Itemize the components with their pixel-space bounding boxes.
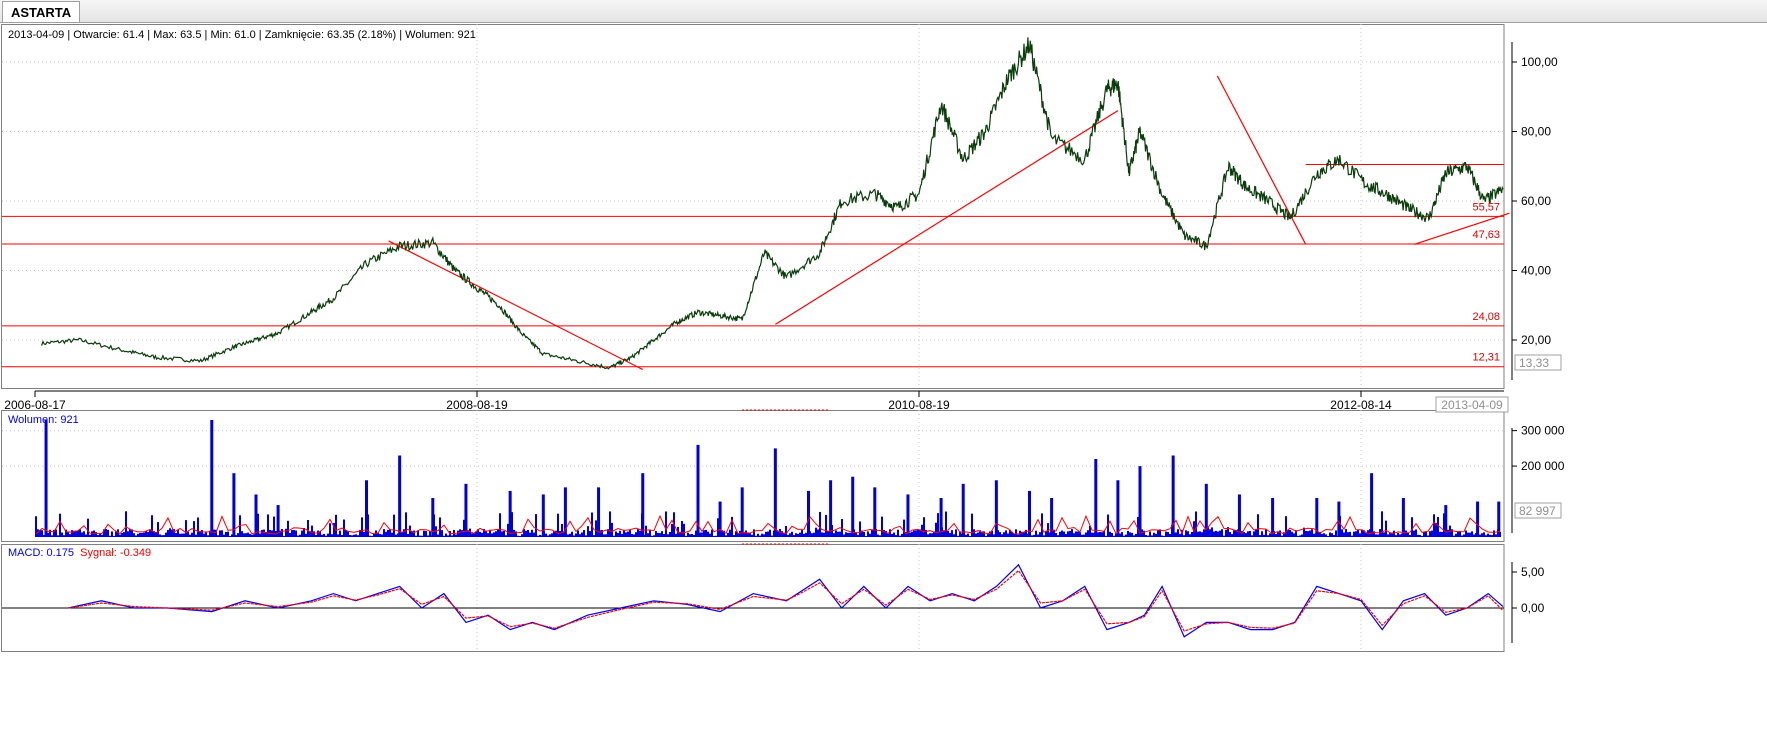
y-tick-label: 40,00 [1521, 264, 1551, 278]
current-value-label: 13,33 [1519, 356, 1549, 370]
volume-value-label: 82 997 [1519, 504, 1556, 518]
trend-line [388, 240, 644, 371]
support-level-label: 24,08 [1472, 311, 1500, 323]
macd-panel-frame [1, 544, 1505, 652]
volume-tick-label: 200 000 [1521, 459, 1565, 473]
x-tick-label: 2008-08-19 [446, 398, 508, 412]
last-date-label: 2013-04-09 [1441, 398, 1503, 412]
price-panel-frame [1, 24, 1505, 389]
support-level-label: 55,57 [1472, 201, 1500, 213]
volume-tick-label: 300 000 [1521, 424, 1565, 438]
support-level-label: 12,31 [1472, 352, 1500, 364]
macd-tick-label: 5,00 [1521, 565, 1545, 579]
support-level-label: 47,63 [1472, 229, 1500, 241]
trend-line [775, 110, 1119, 325]
chart-canvas[interactable]: 100,00 80,00 60,00 40,00 20,00 55,57 47,63 24,0… [0, 0, 1767, 737]
macd-tick-label: 0,00 [1521, 601, 1545, 615]
y-tick-label: 100,00 [1521, 55, 1558, 69]
macd-line [68, 563, 1504, 638]
trend-line [1216, 75, 1307, 245]
y-tick-label: 80,00 [1521, 125, 1551, 139]
x-tick-label: 2010-08-19 [888, 398, 950, 412]
y-tick-label: 20,00 [1521, 333, 1551, 347]
x-tick-label: 2006-08-17 [4, 398, 66, 412]
y-tick-label: 60,00 [1521, 194, 1551, 208]
x-tick-label: 2012-08-14 [1330, 398, 1392, 412]
